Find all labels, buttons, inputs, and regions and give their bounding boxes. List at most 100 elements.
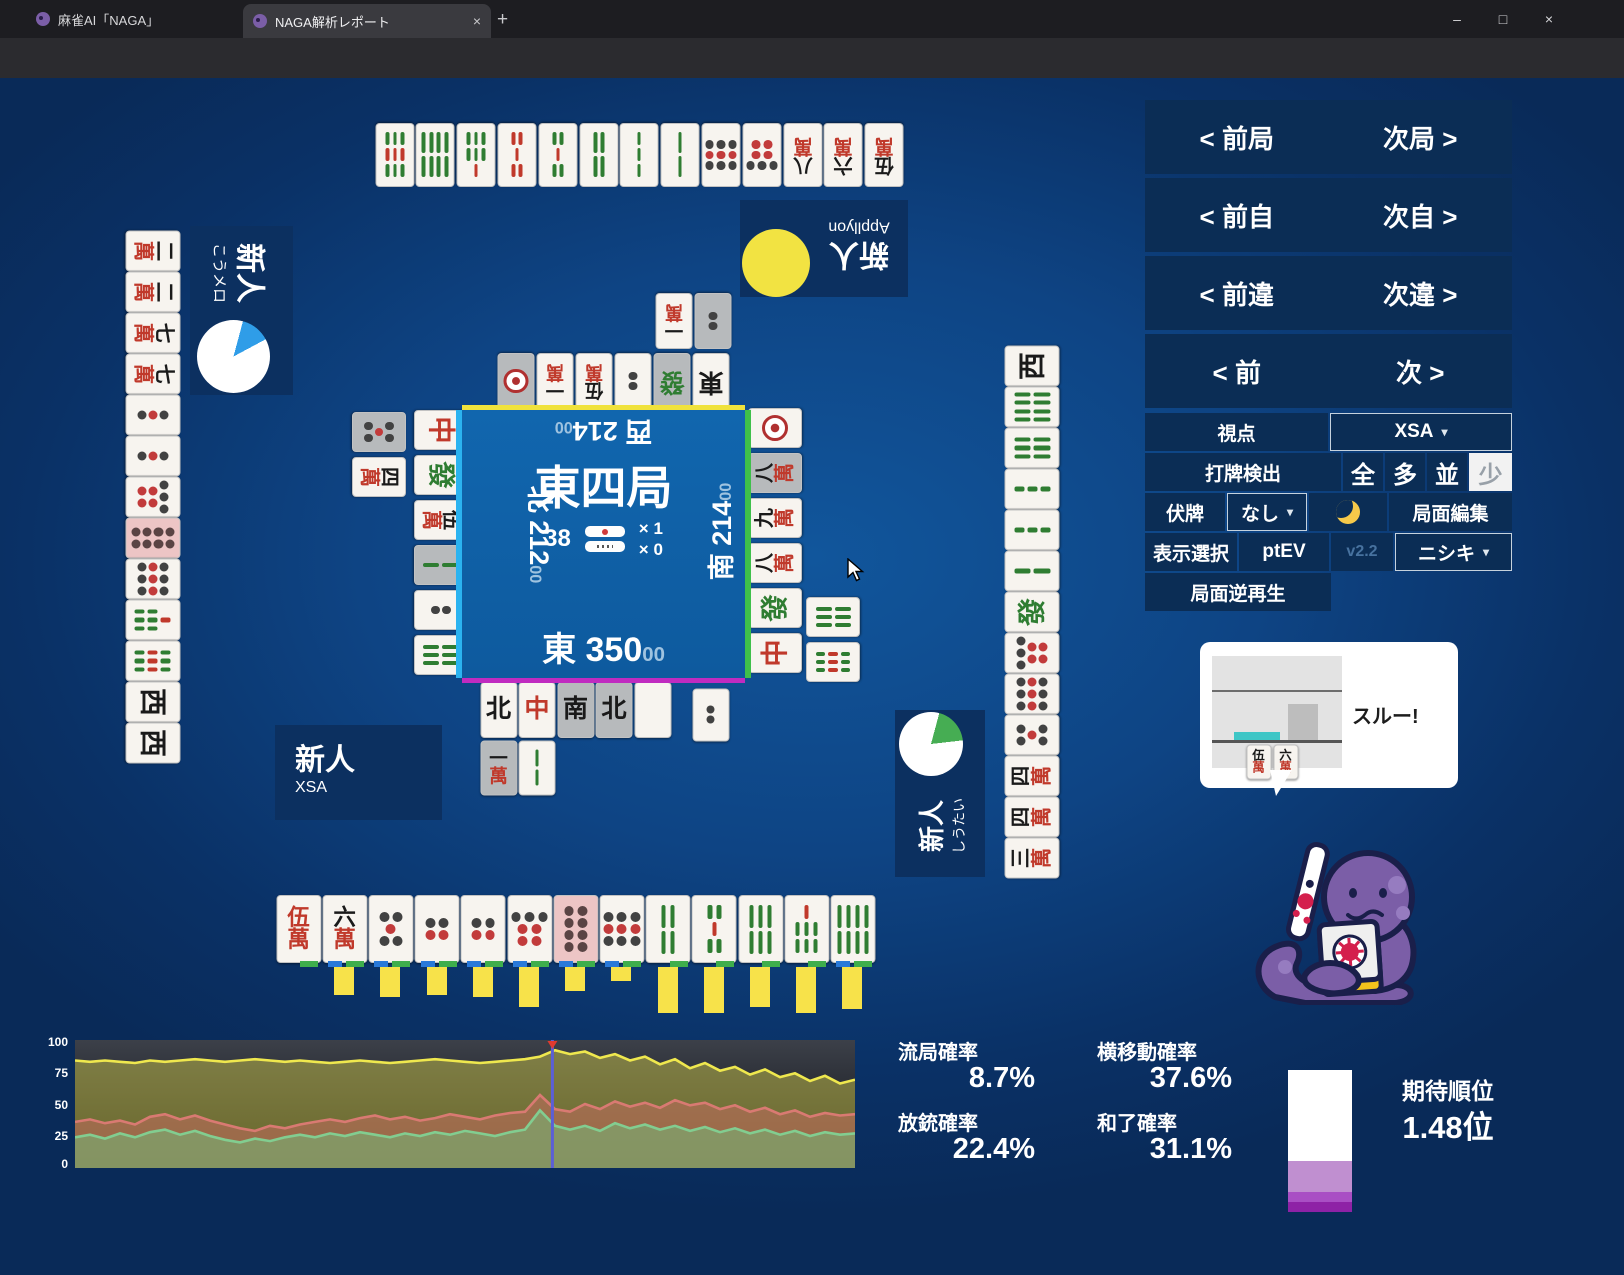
- y-tick-75: 75: [54, 1066, 68, 1080]
- tile-7p[interactable]: [507, 895, 552, 963]
- nav-self-row: < 前自 次自 >: [1145, 178, 1512, 252]
- honba-count: × 0: [638, 540, 663, 559]
- next-step-button[interactable]: 次 >: [1329, 353, 1513, 390]
- suggestion-bar: [842, 967, 863, 1009]
- prev-self-button[interactable]: < 前自: [1145, 197, 1329, 234]
- tile-2p: [614, 353, 651, 409]
- advice-bar-call: [1288, 704, 1318, 740]
- suggestion-bar: [750, 967, 770, 1007]
- tile-P: [634, 682, 671, 738]
- moon-icon: [1336, 500, 1360, 524]
- tile-2m: 二萬: [125, 230, 180, 271]
- advice-tiles: 伍萬六萬: [1246, 744, 1298, 779]
- tile-9p[interactable]: [599, 895, 645, 963]
- tile-W: 西: [1004, 345, 1059, 386]
- tile-5s[interactable]: [691, 895, 737, 963]
- tile-2m: 二萬: [125, 271, 180, 312]
- tile-5p: [1004, 714, 1059, 755]
- draw-prob-label: 流局確率: [898, 1042, 978, 1064]
- tile-9s: [806, 642, 860, 682]
- tile-5m: 伍萬: [864, 123, 904, 187]
- rank-probability-chart[interactable]: [75, 1040, 855, 1168]
- suggestion-bar: [472, 967, 493, 997]
- rank-bar-segment: [1288, 1192, 1352, 1203]
- tile-8s: [1004, 386, 1059, 427]
- advice-bar-keep: [1234, 732, 1280, 740]
- prev-round-button[interactable]: < 前局: [1145, 119, 1329, 156]
- reverse-replay-button[interactable]: 局面逆再生: [1145, 573, 1331, 611]
- tile-F: 發: [748, 588, 802, 628]
- tile-N: 北: [480, 682, 517, 738]
- expected-rank-label: 期待順位: [1402, 1078, 1494, 1104]
- turn-border-bottom: [462, 678, 745, 683]
- prev-step-button[interactable]: < 前: [1145, 353, 1329, 390]
- tile-4p[interactable]: [460, 895, 506, 963]
- tile-C: 中: [518, 682, 556, 738]
- next-mismatch-button[interactable]: 次違 >: [1329, 275, 1513, 312]
- tile-8p[interactable]: [553, 895, 599, 963]
- top-player-pie: [742, 229, 810, 297]
- tile-4p[interactable]: [414, 895, 460, 963]
- tile-3s: [619, 123, 659, 187]
- display-select-label[interactable]: 表示選択: [1145, 533, 1237, 571]
- tile-C: 中: [748, 633, 802, 673]
- tile-4s[interactable]: [645, 895, 691, 963]
- fusehai-value: なし: [1240, 503, 1279, 525]
- viewpoint-select[interactable]: XSA ▾: [1330, 413, 1512, 451]
- tile-5m: 伍萬: [1246, 744, 1271, 779]
- left-player-pie: [197, 320, 270, 393]
- tile-2p: [692, 688, 729, 741]
- tile-7p: [1004, 632, 1059, 673]
- fusehai-label: 伏牌: [1145, 493, 1225, 531]
- tile-6m[interactable]: 六萬: [322, 895, 368, 963]
- ptev-button[interactable]: ptEV: [1239, 533, 1329, 571]
- next-round-button[interactable]: 次局 >: [1329, 119, 1513, 156]
- dahai-option-many[interactable]: 多: [1385, 453, 1425, 491]
- tile-8m: 八萬: [783, 123, 822, 187]
- score-east: 東 35000: [542, 631, 665, 669]
- dahai-option-few[interactable]: 少: [1469, 453, 1512, 491]
- tile-2s: [660, 123, 700, 187]
- skin-value: ニシキ: [1417, 543, 1475, 565]
- naga-mascot: [1255, 842, 1417, 1005]
- board-edit-button[interactable]: 局面編集: [1389, 493, 1512, 531]
- dahai-option-all[interactable]: 全: [1343, 453, 1383, 491]
- skin-select[interactable]: ニシキ ▾: [1395, 533, 1512, 571]
- suggestion-bar: [334, 967, 355, 995]
- tile-3p: [125, 394, 180, 435]
- suggestion-bar: [380, 967, 401, 997]
- player-grade: 新人: [916, 799, 947, 852]
- tile-5mr[interactable]: 伍萬: [276, 895, 321, 963]
- tile-8s[interactable]: [830, 895, 876, 963]
- suggestion-bar: [657, 967, 678, 1013]
- tile-9m: 九萬: [748, 498, 802, 538]
- tile-7s[interactable]: [784, 895, 830, 963]
- rank-bar-segment: [1288, 1202, 1352, 1212]
- advice-text: スルー!: [1352, 706, 1419, 728]
- chevron-down-icon: ▾: [1286, 505, 1294, 519]
- dahai-option-normal[interactable]: 並: [1427, 453, 1467, 491]
- tile-4m: 四萬: [352, 457, 406, 497]
- nav-mismatch-row: < 前違 次違 >: [1145, 256, 1512, 330]
- tile-5pr[interactable]: [368, 895, 414, 963]
- suggestion-bar: [565, 967, 586, 991]
- fusehai-select[interactable]: なし ▾: [1227, 493, 1307, 531]
- tile-6s[interactable]: [738, 895, 783, 963]
- next-self-button[interactable]: 次自 >: [1329, 197, 1513, 234]
- tile-1m: 一萬: [655, 293, 692, 349]
- viewpoint-value: XSA: [1394, 421, 1434, 442]
- tile-1m: 一萬: [480, 740, 517, 795]
- player-grade: 新人: [232, 242, 265, 303]
- tile-2p: [694, 293, 731, 349]
- tile-N: 北: [595, 682, 633, 738]
- dark-mode-cell[interactable]: [1309, 493, 1387, 531]
- tile-9p: [1004, 673, 1059, 714]
- tile-F: 發: [1004, 591, 1059, 632]
- tile-7s: [456, 123, 496, 187]
- suggestion-bar: [703, 967, 724, 1013]
- prev-mismatch-button[interactable]: < 前違: [1145, 275, 1329, 312]
- player-name: しうたい: [950, 797, 967, 854]
- y-tick-25: 25: [54, 1129, 68, 1143]
- rank-bar-segment: [1288, 1070, 1352, 1161]
- tile-7m: 七萬: [125, 312, 180, 353]
